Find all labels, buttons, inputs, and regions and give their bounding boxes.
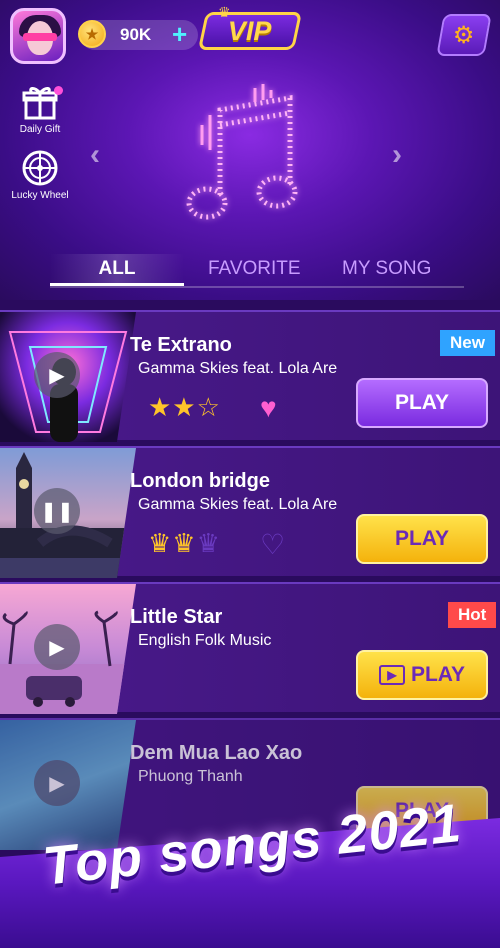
crown-icon: ♛ — [218, 4, 231, 20]
tab-favorite[interactable]: FAVORITE — [208, 258, 301, 280]
tab-my-song[interactable]: MY SONG — [342, 258, 431, 280]
star-icon: ★★ — [148, 392, 197, 422]
play-button[interactable]: PLAY — [356, 514, 488, 564]
song-row[interactable]: ▶ Te Extrano Gamma Skies feat. Lola Are … — [0, 310, 500, 442]
player-avatar[interactable] — [10, 8, 66, 64]
new-badge: New — [440, 330, 495, 356]
daily-gift-label: Daily Gift — [19, 124, 61, 135]
preview-play-icon[interactable]: ▶ — [34, 352, 80, 398]
song-row[interactable]: ❚❚ London bridge Gamma Skies feat. Lola … — [0, 446, 500, 578]
gear-icon: ⚙ — [453, 21, 475, 49]
preview-play-icon[interactable]: ▶ — [34, 760, 80, 806]
song-title: Little Star — [130, 606, 223, 628]
preview-pause-icon[interactable]: ❚❚ — [34, 488, 80, 534]
video-ad-icon: ▶ — [378, 665, 405, 685]
song-title: Dem Mua Lao Xao — [130, 742, 303, 764]
vip-button[interactable]: VIP — [197, 12, 303, 50]
heart-outline-icon[interactable]: ♡ — [260, 528, 285, 561]
carousel-next-arrow[interactable]: › — [392, 138, 402, 172]
coin-icon: ★ — [78, 20, 106, 48]
song-thumbnail: ▶ — [0, 584, 136, 714]
song-row[interactable]: ▶ Little Star English Folk Music Hot ▶ PL… — [0, 582, 500, 714]
song-thumbnail: ❚❚ — [0, 448, 136, 578]
settings-button[interactable]: ⚙ — [436, 14, 492, 56]
wheel-icon — [20, 148, 60, 188]
coin-amount: 90K — [120, 25, 152, 44]
add-coins-button[interactable]: + — [172, 19, 187, 50]
song-title: London bridge — [130, 470, 270, 492]
avatar-glasses — [23, 33, 57, 41]
star-empty-icon: ☆ — [196, 392, 221, 422]
play-video-button[interactable]: ▶ PLAY — [356, 650, 488, 700]
music-note-icon — [186, 84, 298, 220]
play-button[interactable]: PLAY — [356, 378, 488, 428]
song-artist: English Folk Music — [138, 632, 272, 649]
lucky-wheel-label: Lucky Wheel — [11, 190, 69, 201]
song-artist: Gamma Skies feat. Lola Are — [138, 496, 338, 513]
daily-gift-button[interactable]: Daily Gift — [8, 82, 72, 135]
song-title: Te Extrano — [130, 334, 232, 356]
song-artist: Phuong Thanh — [138, 768, 243, 785]
song-filter-tabs: ALL FAVORITE MY SONG — [50, 254, 464, 288]
song-artist: Gamma Skies feat. Lola Are — [138, 360, 338, 377]
hot-badge: Hot — [448, 602, 497, 628]
vip-label: VIP — [228, 15, 272, 46]
crown-rating: ♛♛♛ — [148, 528, 221, 559]
preview-play-icon[interactable]: ▶ — [34, 624, 80, 670]
carousel-prev-arrow[interactable]: ‹ — [90, 138, 100, 172]
heart-icon[interactable]: ♥ — [260, 392, 277, 424]
tab-all[interactable]: ALL — [50, 258, 184, 280]
play-label: PLAY — [410, 663, 466, 686]
lucky-wheel-button[interactable]: Lucky Wheel — [8, 148, 72, 201]
star-rating: ★★☆ — [148, 392, 221, 423]
crown-empty-icon: ♛ — [196, 528, 221, 558]
song-thumbnail: ▶ — [0, 312, 136, 442]
crown-icon: ♛♛ — [148, 528, 197, 558]
notification-dot — [54, 86, 63, 95]
